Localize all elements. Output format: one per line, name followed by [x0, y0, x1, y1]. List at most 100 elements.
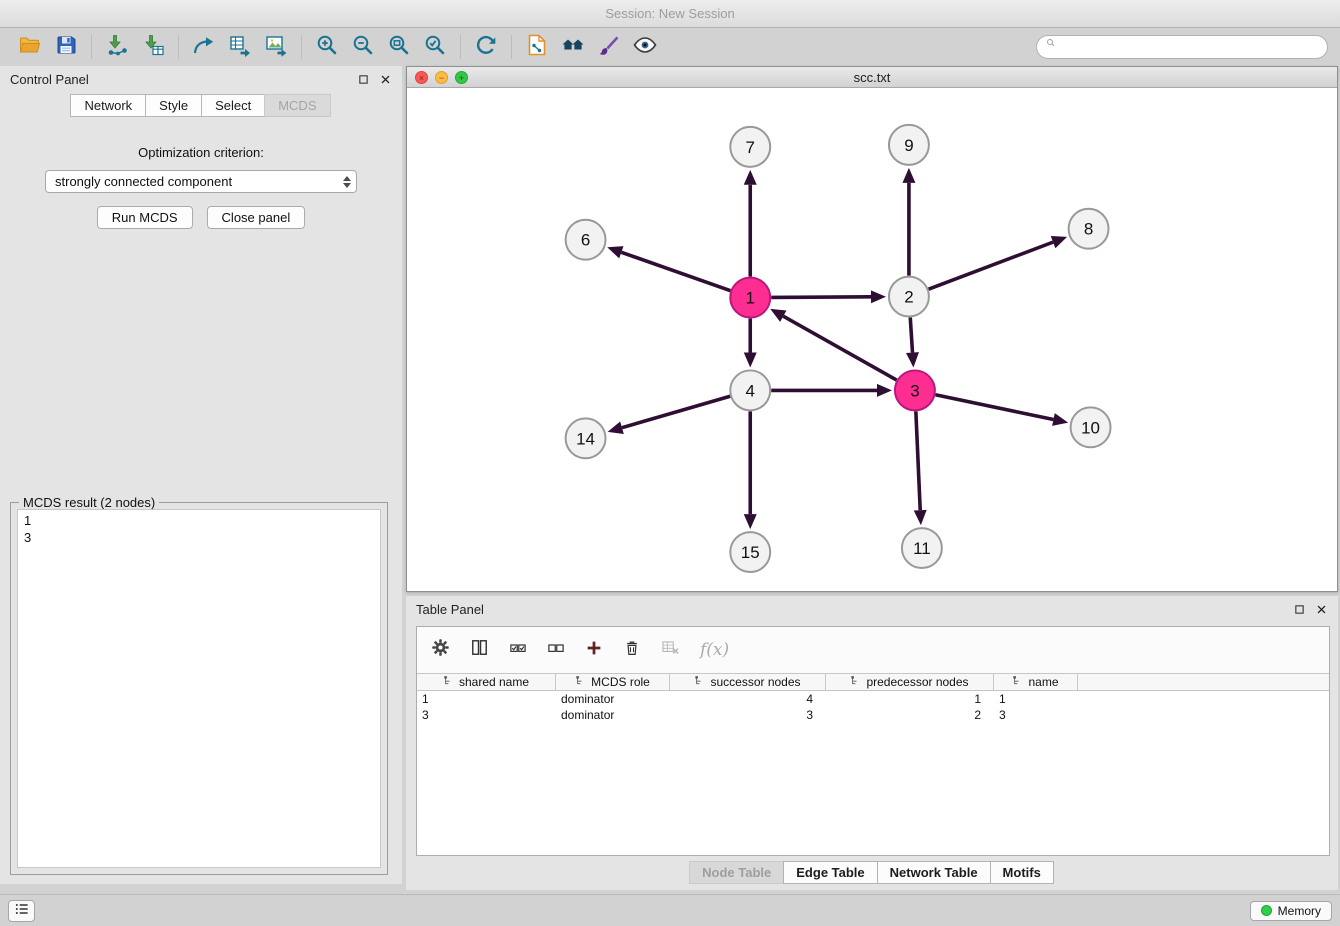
- tab-motifs[interactable]: Motifs: [990, 861, 1054, 884]
- network-window-titlebar[interactable]: × − + scc.txt: [407, 67, 1337, 88]
- column-label: predecessor nodes: [866, 675, 968, 689]
- gear-button[interactable]: [431, 638, 450, 662]
- delete-column-trash-button[interactable]: [623, 639, 641, 662]
- edge-4-14[interactable]: [622, 396, 730, 427]
- tab-network[interactable]: Network: [70, 94, 146, 117]
- column-header-MCDS-role[interactable]: MCDS role: [556, 674, 670, 690]
- export-image-button[interactable]: [258, 31, 294, 63]
- edge-arrow-2-3: [906, 352, 919, 367]
- table-row[interactable]: 1dominator411: [417, 691, 1329, 707]
- node-label-15: 15: [741, 543, 760, 562]
- network-canvas[interactable]: 7968124314101511: [407, 89, 1337, 591]
- gear-icon: [431, 638, 450, 662]
- columns-button[interactable]: [470, 638, 489, 662]
- open-session-button[interactable]: [12, 31, 48, 63]
- toolbar-separator: [91, 35, 92, 59]
- close-panel-icon[interactable]: [379, 73, 392, 86]
- float-panel-icon[interactable]: [357, 73, 370, 86]
- zoom-selected-button[interactable]: [417, 31, 453, 63]
- mcds-result-list: 13: [17, 509, 381, 868]
- cell-name[interactable]: 3: [994, 707, 1078, 723]
- main-toolbar: [0, 28, 1340, 66]
- edge-arrow-1-7: [744, 170, 757, 185]
- node-label-6: 6: [581, 231, 590, 250]
- sort-icon: [1012, 675, 1023, 689]
- mcds-result-title: MCDS result (2 nodes): [19, 495, 159, 510]
- close-panel-button[interactable]: Close panel: [207, 206, 306, 229]
- show-hide-eye-button[interactable]: [627, 31, 663, 63]
- refresh-network-button[interactable]: [468, 31, 504, 63]
- zoom-fit-icon: [387, 33, 411, 62]
- edge-3-10[interactable]: [935, 395, 1053, 420]
- graphics-details-icon: [561, 33, 585, 62]
- tab-node-table[interactable]: Node Table: [689, 861, 784, 884]
- zoom-fit-button[interactable]: [381, 31, 417, 63]
- window-title: Session: New Session: [0, 0, 1340, 28]
- criterion-dropdown[interactable]: strongly connected component: [45, 170, 357, 193]
- minimize-window-icon[interactable]: −: [435, 71, 448, 84]
- tab-edge-table[interactable]: Edge Table: [783, 861, 877, 884]
- control-panel-title: Control Panel: [10, 72, 89, 87]
- save-session-button[interactable]: [48, 31, 84, 63]
- maximize-window-icon[interactable]: +: [455, 71, 468, 84]
- cell-successor-nodes[interactable]: 3: [670, 707, 826, 723]
- graphics-details-button[interactable]: [555, 31, 591, 63]
- node-table: f(x) shared nameMCDS role successor nodes…: [416, 626, 1330, 856]
- cell-shared-name[interactable]: 3: [417, 707, 556, 723]
- tab-style[interactable]: Style: [145, 94, 202, 117]
- zoom-out-button[interactable]: [345, 31, 381, 63]
- memory-button[interactable]: Memory: [1250, 901, 1332, 921]
- node-label-3: 3: [910, 381, 919, 400]
- column-label: successor nodes: [710, 675, 800, 689]
- memory-label: Memory: [1278, 904, 1321, 918]
- search-input[interactable]: [1065, 40, 1318, 55]
- table-body: 1dominator4113dominator323: [417, 691, 1329, 723]
- edge-2-8[interactable]: [929, 242, 1054, 289]
- import-network-button[interactable]: [99, 31, 135, 63]
- edge-arrow-2-9: [902, 168, 915, 183]
- column-header-name[interactable]: name: [994, 674, 1078, 690]
- edge-2-3[interactable]: [910, 318, 912, 353]
- sort-icon: [575, 675, 586, 689]
- float-panel-icon[interactable]: [1293, 603, 1306, 616]
- command-panel-button[interactable]: [8, 900, 35, 922]
- export-network-button[interactable]: [186, 31, 222, 63]
- tab-network-table[interactable]: Network Table: [877, 861, 991, 884]
- style-brush-button[interactable]: [591, 31, 627, 63]
- node-label-10: 10: [1081, 418, 1100, 437]
- column-header-successor-nodes[interactable]: successor nodes: [670, 674, 826, 690]
- search-box[interactable]: [1036, 35, 1328, 59]
- cell-successor-nodes[interactable]: 4: [670, 691, 826, 707]
- close-panel-icon[interactable]: [1315, 603, 1328, 616]
- network-file-button[interactable]: [519, 31, 555, 63]
- edge-1-6[interactable]: [621, 252, 730, 290]
- cell-name[interactable]: 1: [994, 691, 1078, 707]
- zoom-in-button[interactable]: [309, 31, 345, 63]
- tab-mcds[interactable]: MCDS: [264, 94, 330, 117]
- table-row[interactable]: 3dominator323: [417, 707, 1329, 723]
- tab-select[interactable]: Select: [201, 94, 265, 117]
- run-mcds-button[interactable]: Run MCDS: [97, 206, 193, 229]
- function-builder-button: f(x): [700, 640, 729, 660]
- edge-1-2[interactable]: [771, 297, 871, 298]
- import-table-button[interactable]: [135, 31, 171, 63]
- fx-icon: f(x): [700, 640, 729, 660]
- select-all-checks-button[interactable]: [509, 639, 527, 662]
- cell-predecessor-nodes[interactable]: 1: [826, 691, 994, 707]
- column-header-shared-name[interactable]: shared name: [417, 674, 556, 690]
- cell-predecessor-nodes[interactable]: 2: [826, 707, 994, 723]
- close-window-icon[interactable]: ×: [415, 71, 428, 84]
- edge-3-1[interactable]: [783, 316, 896, 380]
- deselect-all-checks-button[interactable]: [547, 639, 565, 662]
- zoom-in-icon: [315, 33, 339, 62]
- edge-arrow-3-11: [914, 510, 927, 525]
- table-panel-header: Table Panel: [406, 596, 1338, 622]
- network-graph[interactable]: 7968124314101511: [407, 89, 1337, 591]
- edge-3-11[interactable]: [916, 411, 920, 510]
- cell-MCDS-role[interactable]: dominator: [556, 691, 670, 707]
- cell-MCDS-role[interactable]: dominator: [556, 707, 670, 723]
- export-table-button[interactable]: [222, 31, 258, 63]
- cell-shared-name[interactable]: 1: [417, 691, 556, 707]
- add-column-plus-button[interactable]: [585, 639, 603, 662]
- column-header-predecessor-nodes[interactable]: predecessor nodes: [826, 674, 994, 690]
